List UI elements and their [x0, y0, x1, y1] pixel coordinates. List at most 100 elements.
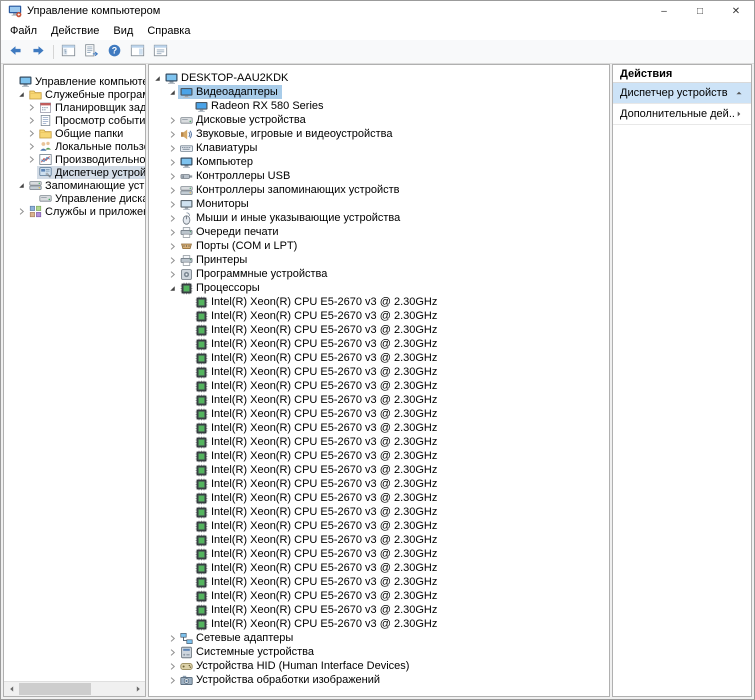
tree-item-imaging-devices[interactable]: Устройства обработки изображений: [149, 673, 609, 687]
menu-file[interactable]: Файл: [3, 23, 44, 39]
chevron-expanded-icon[interactable]: [167, 88, 178, 97]
tree-item-processor-20[interactable]: Intel(R) Xeon(R) CPU E5-2670 v3 @ 2.30GH…: [149, 575, 609, 589]
tree-item-body[interactable]: Видеоадаптеры: [178, 85, 282, 99]
action-group-device-manager-actions[interactable]: Диспетчер устройств: [613, 83, 751, 104]
tree-item-body[interactable]: Программные устройства: [178, 267, 331, 281]
tree-item-body[interactable]: Intel(R) Xeon(R) CPU E5-2670 v3 @ 2.30GH…: [193, 309, 441, 323]
tree-item-system-devices[interactable]: Системные устройства: [149, 645, 609, 659]
tree-item-shared-folders[interactable]: Общие папки: [4, 127, 145, 140]
chevron-expanded-icon[interactable]: [16, 181, 27, 190]
tree-item-processor-1[interactable]: Intel(R) Xeon(R) CPU E5-2670 v3 @ 2.30GH…: [149, 309, 609, 323]
menu-action[interactable]: Действие: [44, 23, 106, 39]
chevron-collapsed-icon[interactable]: [167, 144, 178, 153]
tree-item-body[interactable]: Intel(R) Xeon(R) CPU E5-2670 v3 @ 2.30GH…: [193, 295, 441, 309]
tree-item-body[interactable]: Системные устройства: [178, 645, 318, 659]
tree-item-body[interactable]: Устройства обработки изображений: [178, 673, 384, 687]
tree-item-body[interactable]: Intel(R) Xeon(R) CPU E5-2670 v3 @ 2.30GH…: [193, 603, 441, 617]
chevron-collapsed-icon[interactable]: [16, 207, 27, 216]
tree-item-body[interactable]: Intel(R) Xeon(R) CPU E5-2670 v3 @ 2.30GH…: [193, 547, 441, 561]
tree-item-sound-devices[interactable]: Звуковые, игровые и видеоустройства: [149, 127, 609, 141]
help-button[interactable]: ?: [103, 42, 126, 62]
chevron-collapsed-icon[interactable]: [167, 172, 178, 181]
tree-item-body[interactable]: Intel(R) Xeon(R) CPU E5-2670 v3 @ 2.30GH…: [193, 617, 441, 631]
maximize-button[interactable]: □: [682, 1, 718, 21]
chevron-collapsed-icon[interactable]: [167, 648, 178, 657]
tree-item-body[interactable]: Intel(R) Xeon(R) CPU E5-2670 v3 @ 2.30GH…: [193, 491, 441, 505]
tree-item-body[interactable]: Intel(R) Xeon(R) CPU E5-2670 v3 @ 2.30GH…: [193, 337, 441, 351]
tree-item-body[interactable]: Очереди печати: [178, 225, 283, 239]
chevron-collapsed-icon[interactable]: [167, 228, 178, 237]
chevron-collapsed-icon[interactable]: [167, 634, 178, 643]
tree-item-body[interactable]: Intel(R) Xeon(R) CPU E5-2670 v3 @ 2.30GH…: [193, 505, 441, 519]
tree-item-processor-0[interactable]: Intel(R) Xeon(R) CPU E5-2670 v3 @ 2.30GH…: [149, 295, 609, 309]
tree-item-body[interactable]: Дисковые устройства: [178, 113, 310, 127]
tree-item-body[interactable]: Служебные программы: [27, 88, 145, 101]
tree-item-body[interactable]: Запоминающие устройст: [27, 179, 145, 192]
tree-item-processor-21[interactable]: Intel(R) Xeon(R) CPU E5-2670 v3 @ 2.30GH…: [149, 589, 609, 603]
scroll-right-button[interactable]: [130, 682, 145, 696]
tree-item-network-adapters[interactable]: Сетевые адаптеры: [149, 631, 609, 645]
tree-item-body[interactable]: Intel(R) Xeon(R) CPU E5-2670 v3 @ 2.30GH…: [193, 589, 441, 603]
tree-item-processor-4[interactable]: Intel(R) Xeon(R) CPU E5-2670 v3 @ 2.30GH…: [149, 351, 609, 365]
menu-view[interactable]: Вид: [106, 23, 140, 39]
tree-item-local-users-groups[interactable]: Локальные пользовате: [4, 140, 145, 153]
tree-item-device-manager[interactable]: Диспетчер устройств: [4, 166, 145, 179]
chevron-collapsed-icon[interactable]: [26, 142, 37, 151]
tree-item-body[interactable]: Intel(R) Xeon(R) CPU E5-2670 v3 @ 2.30GH…: [193, 421, 441, 435]
tree-item-body[interactable]: Общие папки: [37, 127, 127, 140]
chevron-collapsed-icon[interactable]: [167, 158, 178, 167]
tree-item-radeon-rx-580[interactable]: Radeon RX 580 Series: [149, 99, 609, 113]
scroll-thumb[interactable]: [19, 683, 91, 695]
chevron-collapsed-icon[interactable]: [26, 155, 37, 164]
tree-item-keyboards[interactable]: Клавиатуры: [149, 141, 609, 155]
chevron-expanded-icon[interactable]: [16, 90, 27, 99]
tree-item-processor-15[interactable]: Intel(R) Xeon(R) CPU E5-2670 v3 @ 2.30GH…: [149, 505, 609, 519]
chevron-collapsed-icon[interactable]: [26, 116, 37, 125]
chevron-expanded-icon[interactable]: [152, 74, 163, 83]
scroll-left-button[interactable]: [4, 682, 19, 696]
tree-item-body[interactable]: DESKTOP-AAU2KDK: [163, 71, 292, 85]
menu-help[interactable]: Справка: [140, 23, 197, 39]
tree-item-body[interactable]: Intel(R) Xeon(R) CPU E5-2670 v3 @ 2.30GH…: [193, 477, 441, 491]
collapse-up-icon[interactable]: [734, 89, 744, 97]
tree-item-body[interactable]: Мониторы: [178, 197, 253, 211]
scroll-track[interactable]: [19, 682, 130, 696]
tree-item-body[interactable]: Intel(R) Xeon(R) CPU E5-2670 v3 @ 2.30GH…: [193, 519, 441, 533]
tree-item-computer-group[interactable]: Компьютер: [149, 155, 609, 169]
chevron-collapsed-icon[interactable]: [167, 256, 178, 265]
tree-item-body[interactable]: Звуковые, игровые и видеоустройства: [178, 127, 397, 141]
tree-item-body[interactable]: Мыши и иные указывающие устройства: [178, 211, 404, 225]
tree-item-body[interactable]: Intel(R) Xeon(R) CPU E5-2670 v3 @ 2.30GH…: [193, 463, 441, 477]
tree-item-processor-7[interactable]: Intel(R) Xeon(R) CPU E5-2670 v3 @ 2.30GH…: [149, 393, 609, 407]
tree-item-body[interactable]: Производительность: [37, 153, 145, 166]
tree-item-body[interactable]: Intel(R) Xeon(R) CPU E5-2670 v3 @ 2.30GH…: [193, 575, 441, 589]
minimize-button[interactable]: –: [646, 1, 682, 21]
tree-item-processor-23[interactable]: Intel(R) Xeon(R) CPU E5-2670 v3 @ 2.30GH…: [149, 617, 609, 631]
tree-item-system-tools[interactable]: Служебные программы: [4, 88, 145, 101]
tree-item-processor-22[interactable]: Intel(R) Xeon(R) CPU E5-2670 v3 @ 2.30GH…: [149, 603, 609, 617]
chevron-collapsed-icon[interactable]: [167, 214, 178, 223]
tree-item-body[interactable]: Intel(R) Xeon(R) CPU E5-2670 v3 @ 2.30GH…: [193, 351, 441, 365]
chevron-collapsed-icon[interactable]: [26, 103, 37, 112]
tree-item-body[interactable]: Диспетчер устройств: [37, 166, 145, 179]
tree-item-body[interactable]: Intel(R) Xeon(R) CPU E5-2670 v3 @ 2.30GH…: [193, 393, 441, 407]
tree-item-processor-19[interactable]: Intel(R) Xeon(R) CPU E5-2670 v3 @ 2.30GH…: [149, 561, 609, 575]
tree-item-body[interactable]: Intel(R) Xeon(R) CPU E5-2670 v3 @ 2.30GH…: [193, 533, 441, 547]
chevron-collapsed-icon[interactable]: [167, 130, 178, 139]
tree-item-processor-16[interactable]: Intel(R) Xeon(R) CPU E5-2670 v3 @ 2.30GH…: [149, 519, 609, 533]
tree-item-processor-13[interactable]: Intel(R) Xeon(R) CPU E5-2670 v3 @ 2.30GH…: [149, 477, 609, 491]
chevron-collapsed-icon[interactable]: [26, 129, 37, 138]
tree-item-body[interactable]: Планировщик заданий: [37, 101, 145, 114]
chevron-collapsed-icon[interactable]: [167, 116, 178, 125]
tree-item-body[interactable]: Порты (COM и LPT): [178, 239, 301, 253]
tree-item-storage-group[interactable]: Запоминающие устройст: [4, 179, 145, 192]
tree-item-body[interactable]: Службы и приложения: [27, 205, 145, 218]
tree-item-body[interactable]: Просмотр событий: [37, 114, 145, 127]
expand-right-icon[interactable]: [734, 110, 744, 118]
tree-item-event-viewer[interactable]: Просмотр событий: [4, 114, 145, 127]
tree-item-printers[interactable]: Принтеры: [149, 253, 609, 267]
tree-item-body[interactable]: Intel(R) Xeon(R) CPU E5-2670 v3 @ 2.30GH…: [193, 435, 441, 449]
chevron-collapsed-icon[interactable]: [167, 242, 178, 251]
tree-item-computer-root[interactable]: DESKTOP-AAU2KDK: [149, 71, 609, 85]
tree-item-display-adapters[interactable]: Видеоадаптеры: [149, 85, 609, 99]
